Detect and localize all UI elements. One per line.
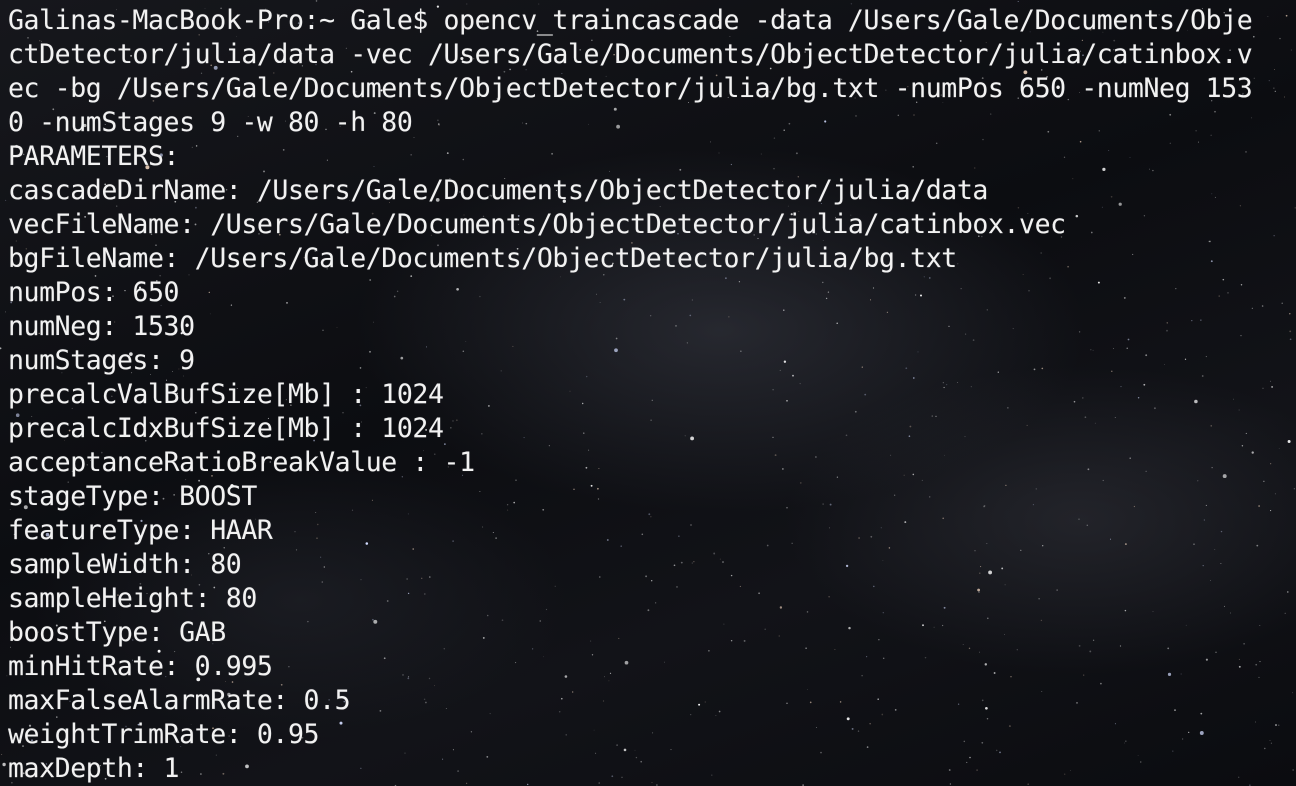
terminal-line: precalcIdxBufSize[Mb] : 1024 bbox=[8, 413, 444, 444]
terminal-line: ctDetector/julia/data -vec /Users/Gale/D… bbox=[8, 39, 1253, 70]
terminal-line: numNeg: 1530 bbox=[8, 311, 195, 342]
terminal-line: PARAMETERS: bbox=[8, 141, 180, 172]
terminal-line: precalcValBufSize[Mb] : 1024 bbox=[8, 379, 444, 410]
terminal-line: ec -bg /Users/Gale/Documents/ObjectDetec… bbox=[8, 73, 1253, 104]
terminal-line: bgFileName: /Users/Gale/Documents/Object… bbox=[8, 243, 957, 274]
terminal-line: numPos: 650 bbox=[8, 277, 180, 308]
terminal-line: vecFileName: /Users/Gale/Documents/Objec… bbox=[8, 209, 1066, 240]
terminal-line: weightTrimRate: 0.95 bbox=[8, 719, 320, 750]
terminal-line: minHitRate: 0.995 bbox=[8, 651, 273, 682]
terminal-line: 0 -numStages 9 -w 80 -h 80 bbox=[8, 107, 413, 138]
terminal-line: maxFalseAlarmRate: 0.5 bbox=[8, 685, 351, 716]
star bbox=[1, 753, 3, 755]
terminal-line: featureType: HAAR bbox=[8, 515, 273, 546]
terminal-output[interactable]: Galinas-MacBook-Pro:~ Gale$ opencv_train… bbox=[8, 4, 1292, 786]
star bbox=[1292, 769, 1294, 771]
star bbox=[0, 347, 2, 350]
terminal-line: sampleHeight: 80 bbox=[8, 583, 257, 614]
star bbox=[1017, 0, 1019, 3]
terminal-line: sampleWidth: 80 bbox=[8, 549, 242, 580]
star bbox=[2, 762, 6, 767]
terminal-line: acceptanceRatioBreakValue : -1 bbox=[8, 447, 475, 478]
terminal-line: Galinas-MacBook-Pro:~ Gale$ opencv_train… bbox=[8, 5, 1253, 36]
terminal-line: cascadeDirName: /Users/Gale/Documents/Ob… bbox=[8, 175, 988, 206]
star bbox=[315, 0, 318, 2]
terminal-window[interactable]: Galinas-MacBook-Pro:~ Gale$ opencv_train… bbox=[0, 0, 1296, 786]
star bbox=[1292, 692, 1293, 694]
terminal-line: maxDepth: 1 bbox=[8, 753, 180, 784]
terminal-line: boostType: GAB bbox=[8, 617, 226, 648]
terminal-line: stageType: BOOST bbox=[8, 481, 257, 512]
terminal-line: numStages: 9 bbox=[8, 345, 195, 376]
star bbox=[5, 311, 7, 313]
star bbox=[1293, 488, 1296, 490]
star bbox=[5, 199, 7, 201]
